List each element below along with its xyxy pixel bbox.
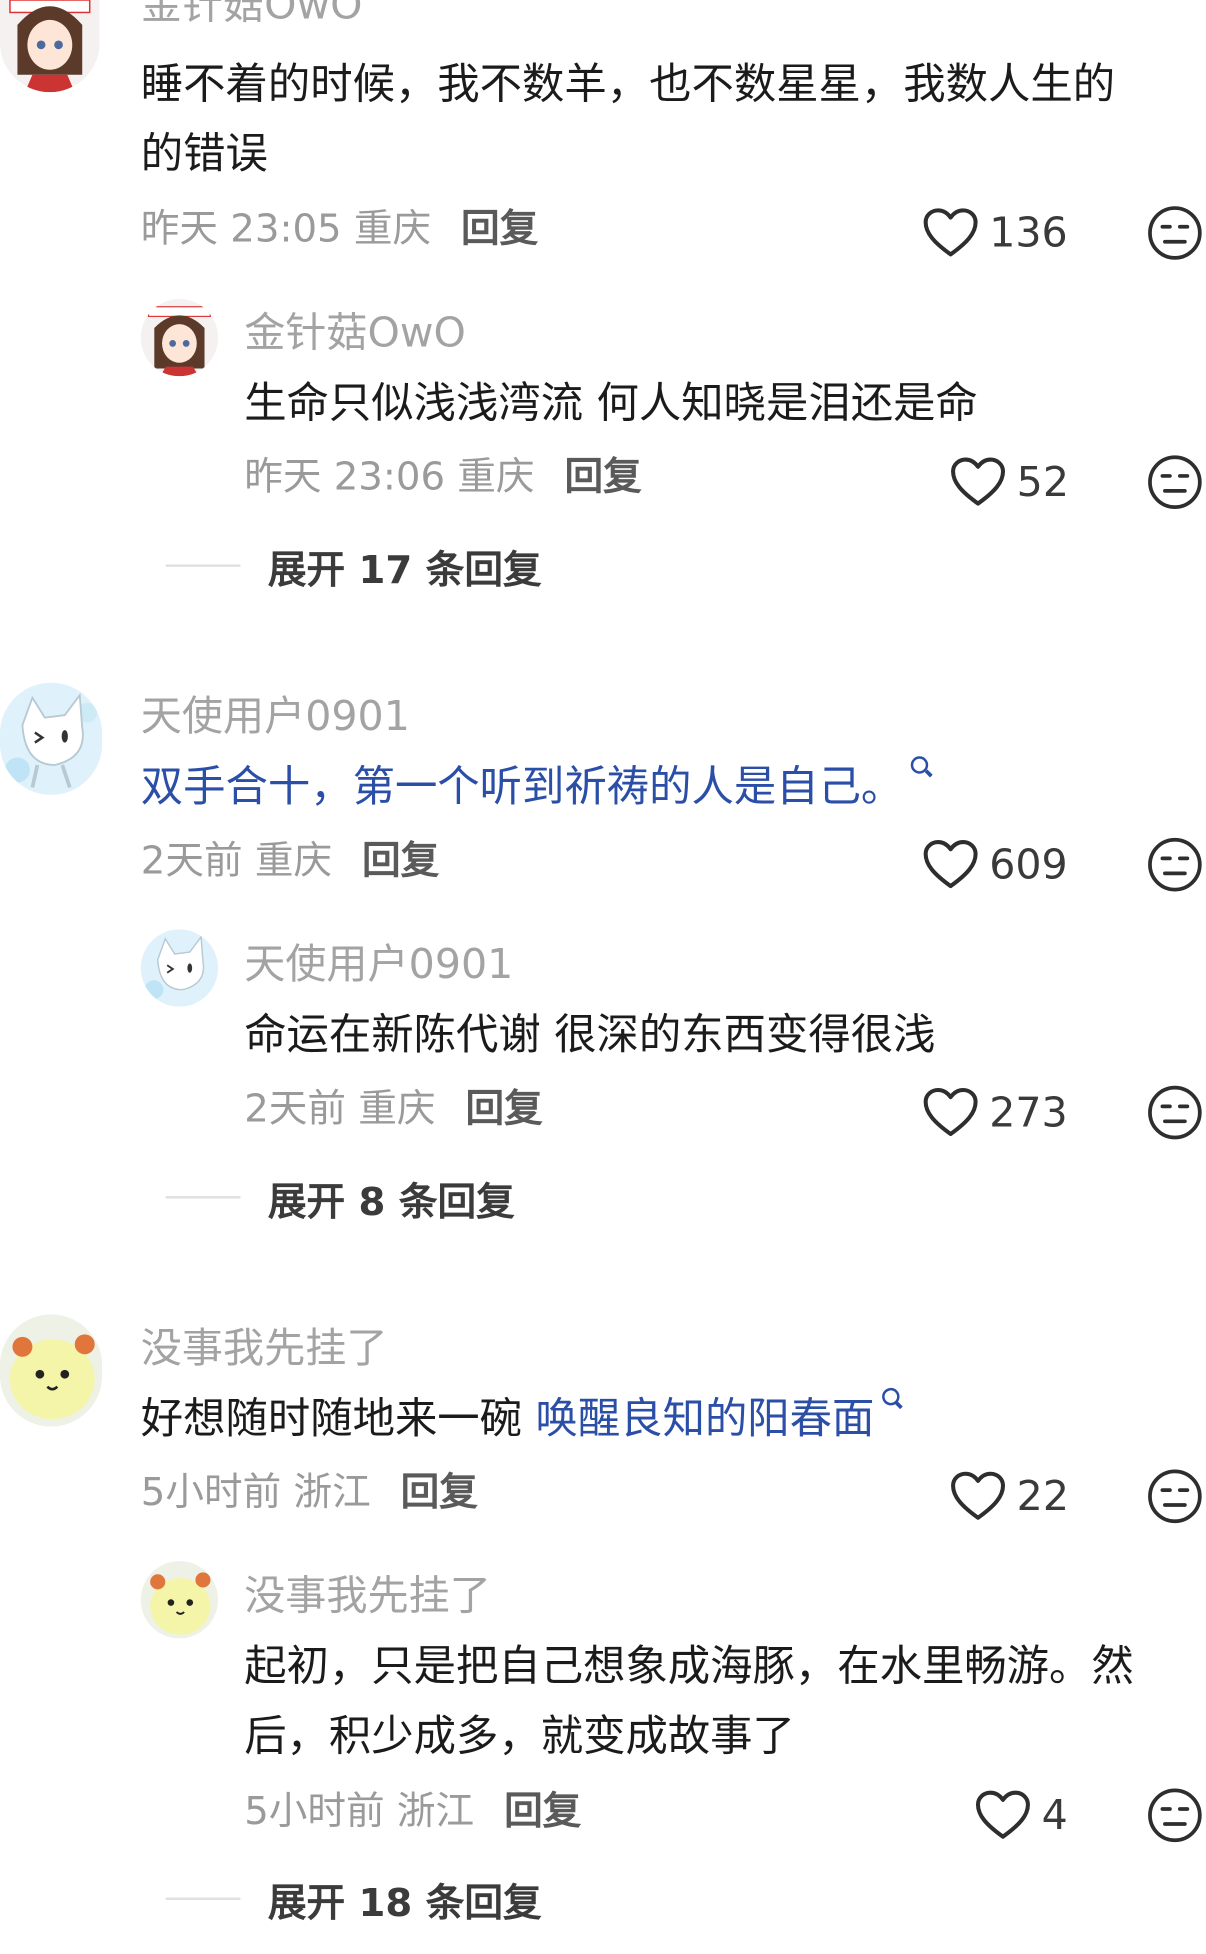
comment-text-line: 好想随时随地来一碗 [140, 1394, 536, 1444]
comment-meta: 昨天 23:05 重庆 回复 [141, 204, 539, 254]
reply-button[interactable]: 回复 [401, 1470, 478, 1515]
reply-time-location: 昨天 23:06 重庆 [244, 454, 535, 500]
neutral-face-icon [1148, 1085, 1202, 1140]
reply-username[interactable]: 天使用户0901 [244, 939, 513, 989]
reply-username[interactable]: 金针菇OwO [244, 308, 466, 358]
comment-username[interactable]: 天使用户0901 [141, 691, 410, 741]
avatar[interactable] [0, 682, 103, 795]
reply-text: 生命只似浅浅湾流 何人知晓是泪还是命 [244, 369, 978, 439]
like-button[interactable]: 136 [922, 203, 1068, 263]
heart-outline-icon [975, 1790, 1030, 1839]
comment-text: 双手合十，第一个听到祈祷的人是自己。 [141, 753, 929, 823]
like-count: 609 [989, 839, 1068, 889]
expand-replies-label: 展开 8 条回复 [267, 1179, 515, 1225]
comment-text-line: 睡不着的时候，我不数羊，也不数星星，我数人生的 [140, 59, 1116, 110]
neutral-face-icon [1148, 1469, 1202, 1524]
divider [165, 1897, 241, 1900]
reply-button[interactable]: 回复 [362, 838, 439, 883]
search-link[interactable]: 双手合十，第一个听到祈祷的人是自己。 [141, 762, 903, 812]
yellow-blob-avatar-icon [140, 1561, 219, 1639]
neutral-face-icon [1148, 1788, 1202, 1843]
like-count: 4 [1041, 1790, 1068, 1839]
comment-text: 好想随时随地来一碗 唤醒良知的阳春面 [141, 1384, 900, 1454]
reply-text-line: 后，积少成多，就变成故事了 [244, 1711, 795, 1762]
like-count: 52 [1016, 457, 1069, 506]
comment-time-location: 2天前 重庆 [140, 838, 333, 884]
dislike-button[interactable] [1146, 1787, 1203, 1844]
reply-meta: 5小时前 浙江 回复 [244, 1787, 581, 1837]
reply-button[interactable]: 回复 [461, 207, 538, 252]
comment-list: 金针菇OwO 睡不着的时候，我不数羊，也不数星星，我数人生的 的错误 昨天 23… [0, 0, 1206, 1954]
divider [165, 1196, 241, 1199]
avatar[interactable] [0, 1314, 103, 1427]
reply-text-line: 生命只似浅浅湾流 何人知晓是泪还是命 [244, 378, 978, 429]
like-button[interactable]: 52 [949, 452, 1069, 512]
comment-username[interactable]: 金针菇OwO [141, 0, 363, 30]
neutral-face-icon [1148, 455, 1202, 509]
reply-text-line: 命运在新陈代谢 很深的东西变得很浅 [244, 1010, 936, 1061]
reply-button[interactable]: 回复 [465, 1086, 542, 1131]
divider [165, 564, 241, 567]
comment-text-line: 的错误 [140, 129, 268, 180]
reply-meta: 2天前 重庆 回复 [244, 1084, 542, 1134]
like-count: 273 [989, 1087, 1068, 1137]
reply-button[interactable]: 回复 [504, 1789, 581, 1834]
like-button[interactable]: 273 [922, 1083, 1068, 1143]
anime-girl-avatar-icon [0, 0, 100, 93]
heart-outline-icon [923, 208, 978, 257]
expand-replies-button[interactable]: 展开 17 条回复 [165, 541, 542, 593]
comment-meta: 2天前 重庆 回复 [141, 836, 439, 886]
reply-time-location: 5小时前 浙江 [244, 1789, 475, 1834]
comment-text: 睡不着的时候，我不数羊，也不数星星，我数人生的 的错误 [141, 50, 1115, 190]
anime-girl-avatar-icon [140, 299, 219, 377]
heart-outline-icon [951, 457, 1006, 506]
like-button[interactable]: 4 [974, 1785, 1068, 1845]
avatar[interactable] [140, 1561, 219, 1639]
avatar[interactable] [140, 299, 219, 377]
search-link[interactable]: 唤醒良知的阳春面 [536, 1394, 875, 1444]
dislike-button[interactable] [1146, 836, 1203, 893]
avatar[interactable] [0, 0, 100, 93]
dislike-button[interactable] [1146, 204, 1203, 261]
magnifier-icon[interactable] [910, 756, 929, 774]
reply-text-line: 起初，只是把自己想象成海豚，在水里畅游。然 [244, 1642, 1134, 1692]
reply-text: 命运在新陈代谢 很深的东西变得很浅 [244, 1000, 935, 1070]
white-cat-avatar-icon [0, 682, 103, 795]
avatar[interactable] [140, 929, 219, 1007]
expand-replies-label: 展开 18 条回复 [267, 1880, 542, 1926]
comment-time-location: 5小时前 浙江 [140, 1470, 371, 1516]
comment-meta: 5小时前 浙江 回复 [141, 1468, 478, 1518]
expand-replies-button[interactable]: 展开 8 条回复 [165, 1172, 515, 1225]
neutral-face-icon [1148, 206, 1202, 260]
expand-replies-button[interactable]: 展开 18 条回复 [165, 1874, 542, 1926]
like-count: 136 [989, 208, 1068, 257]
reply-username[interactable]: 没事我先挂了 [244, 1571, 491, 1621]
dislike-button[interactable] [1146, 1468, 1203, 1525]
heart-outline-icon [951, 1471, 1006, 1520]
reply-button[interactable]: 回复 [564, 455, 641, 500]
reply-meta: 昨天 23:06 重庆 回复 [244, 452, 642, 502]
heart-outline-icon [923, 1087, 978, 1137]
like-count: 22 [1016, 1471, 1069, 1520]
comment-time-location: 昨天 23:05 重庆 [140, 206, 432, 252]
like-button[interactable]: 609 [922, 835, 1068, 895]
dislike-button[interactable] [1146, 1084, 1203, 1141]
yellow-blob-avatar-icon [0, 1314, 103, 1427]
magnifier-icon[interactable] [881, 1387, 900, 1406]
white-cat-avatar-icon [140, 929, 219, 1007]
neutral-face-icon [1148, 837, 1202, 892]
expand-replies-label: 展开 17 条回复 [267, 547, 542, 593]
reply-time-location: 2天前 重庆 [244, 1086, 436, 1132]
dislike-button[interactable] [1146, 454, 1203, 511]
reply-text: 起初，只是把自己想象成海豚，在水里畅游。然 后，积少成多，就变成故事了 [244, 1632, 1134, 1772]
like-button[interactable]: 22 [949, 1466, 1069, 1526]
heart-outline-icon [923, 840, 978, 889]
comment-username[interactable]: 没事我先挂了 [141, 1323, 388, 1373]
